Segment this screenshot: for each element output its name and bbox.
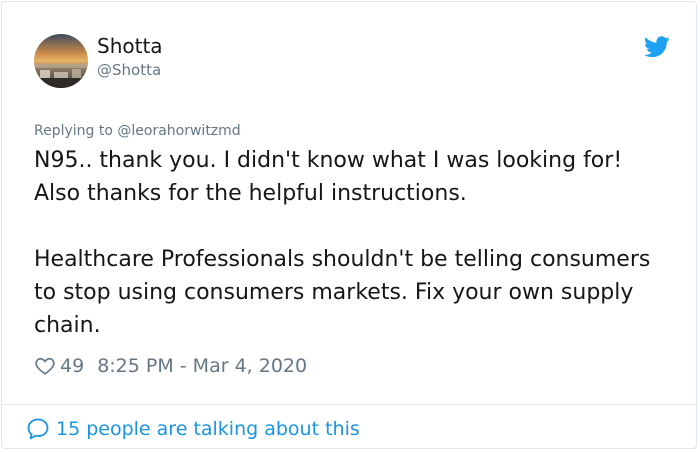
- conversation-label[interactable]: 15 people are talking about this: [56, 418, 360, 440]
- divider: [2, 404, 696, 405]
- tweet-paragraph: Healthcare Professionals shouldn't be te…: [34, 247, 651, 338]
- avatar[interactable]: [34, 34, 88, 88]
- twitter-bird-icon[interactable]: [644, 36, 670, 58]
- heart-icon[interactable]: [34, 355, 56, 377]
- tweet-meta: 49 8:25 PM - Mar 4, 2020: [34, 353, 307, 379]
- timestamp[interactable]: 8:25 PM - Mar 4, 2020: [97, 355, 307, 377]
- avatar-image: [34, 34, 88, 88]
- tweet-paragraph: N95.. thank you. I didn't know what I wa…: [34, 148, 623, 206]
- user-handle[interactable]: @Shotta: [97, 60, 161, 80]
- replying-to-text[interactable]: Replying to @leorahorwitzmd: [34, 122, 241, 140]
- like-count[interactable]: 49: [60, 355, 84, 377]
- display-name[interactable]: Shotta: [97, 34, 163, 58]
- tweet-card: Shotta @Shotta Replying to @leorahorwitz…: [1, 1, 697, 449]
- tweet-text: N95.. thank you. I didn't know what I wa…: [34, 144, 664, 342]
- conversation-link[interactable]: 15 people are talking about this: [26, 415, 360, 443]
- speech-bubble-icon: [27, 418, 49, 440]
